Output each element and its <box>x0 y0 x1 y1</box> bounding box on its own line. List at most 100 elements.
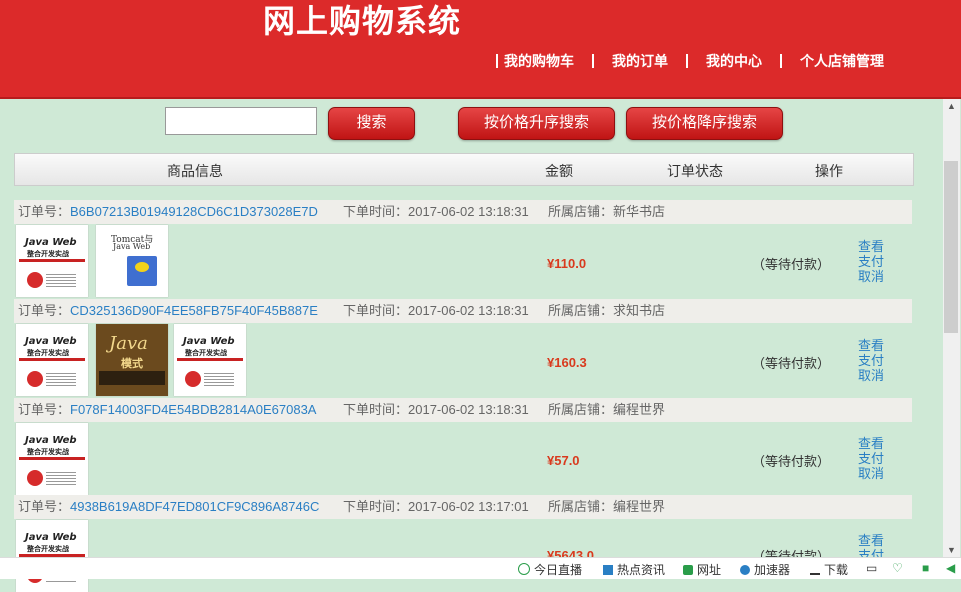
volume-icon[interactable]: ◀ <box>946 561 955 575</box>
order-time-label: 下单时间： <box>343 499 409 514</box>
nav-center-link[interactable]: 我的中心 <box>706 51 762 71</box>
column-header-amount: 金额 <box>545 163 573 179</box>
order-status: （等待付款） <box>752 356 831 371</box>
column-header-status: 订单状态 <box>667 163 723 179</box>
order-time: 2017-06-02 13:18:31 <box>408 402 529 417</box>
cover-title: Java Web <box>25 532 77 543</box>
order-status: （等待付款） <box>752 257 831 272</box>
order-time: 2017-06-02 13:18:31 <box>408 204 529 219</box>
site-title: 网上购物系统 <box>263 2 462 40</box>
scroll-down-arrow-icon[interactable]: ▼ <box>947 545 956 555</box>
shop-label: 所属店铺： <box>548 204 614 219</box>
statusbar-item[interactable]: 网址 <box>683 561 721 578</box>
order-number-link[interactable]: B6B07213B01949128CD6C1D373028E7D <box>70 204 318 219</box>
cover-subtitle: 整合开发实战 <box>27 449 69 456</box>
shop-name: 求知书店 <box>613 303 666 318</box>
order-number-label: 订单号： <box>18 402 71 417</box>
site-header: 网上购物系统 我的购物车 我的订单 我的中心 个人店铺管理 <box>0 0 961 99</box>
web-icon <box>683 565 693 575</box>
cover-subtitle: 整合开发实战 <box>27 350 69 357</box>
statusbar-item[interactable]: 加速器 <box>740 561 790 578</box>
cover-subtitle: 整合开发实战 <box>27 251 69 258</box>
download-icon <box>810 563 820 575</box>
cover-title: Java Web <box>183 336 235 347</box>
cancel-order-link[interactable]: 取消 <box>858 269 884 284</box>
cover-subtitle: 整合开发实战 <box>27 546 69 553</box>
browser-status-bar: 今日直播 热点资讯 网址 加速器 下载 ▭ ♡ ■ ◀ <box>0 557 961 579</box>
order-amount: ¥57.0 <box>547 453 580 468</box>
search-input[interactable] <box>165 107 317 135</box>
statusbar-item[interactable]: 热点资讯 <box>603 561 665 578</box>
live-icon <box>518 563 530 575</box>
nav-shop-manage-link[interactable]: 个人店铺管理 <box>800 51 884 71</box>
cover-subtitle: 模式 <box>121 358 143 370</box>
cover-subtitle: Java Web <box>113 242 151 251</box>
order-time: 2017-06-02 13:18:31 <box>408 303 529 318</box>
product-thumbnail[interactable]: Java Web 整合开发实战 <box>16 423 88 495</box>
news-icon <box>603 565 613 575</box>
screen-icon[interactable]: ■ <box>922 561 929 575</box>
order-number-link[interactable]: 4938B619A8DF47ED801CF9C896A8746C <box>70 499 319 514</box>
product-thumbnail[interactable]: Tomcat与 Java Web <box>96 225 168 297</box>
order-time-label: 下单时间： <box>343 204 409 219</box>
cover-subtitle: 整合开发实战 <box>185 350 227 357</box>
view-order-link[interactable]: 查看 <box>858 239 884 254</box>
shop-name: 编程世界 <box>613 499 666 514</box>
order-time-label: 下单时间： <box>343 402 409 417</box>
product-thumbnail[interactable]: Java Web 整合开发实战 <box>16 520 88 592</box>
order-number-link[interactable]: CD325136D90F4EE58FB75F40F45B887E <box>70 303 318 318</box>
heart-icon[interactable]: ♡ <box>892 561 903 575</box>
order-actions: 查看 支付 取消 <box>858 239 884 284</box>
sort-price-desc-button[interactable]: 按价格降序搜索 <box>626 107 783 140</box>
view-order-link[interactable]: 查看 <box>858 436 884 451</box>
scroll-up-arrow-icon[interactable]: ▲ <box>947 101 956 111</box>
shop-label: 所属店铺： <box>548 402 614 417</box>
order-row-header: 订单号：B6B07213B01949128CD6C1D373028E7D 下单时… <box>14 200 912 224</box>
cover-title: Java Web <box>25 237 77 248</box>
nav-cart-link[interactable]: 我的购物车 <box>504 51 574 71</box>
search-button[interactable]: 搜索 <box>328 107 415 140</box>
order-amount: ¥160.3 <box>547 355 587 370</box>
cancel-order-link[interactable]: 取消 <box>858 368 884 383</box>
order-time: 2017-06-02 13:17:01 <box>408 499 529 514</box>
shop-name: 新华书店 <box>613 204 666 219</box>
orders-table-header: 商品信息 金额 订单状态 操作 <box>14 153 914 186</box>
view-order-link[interactable]: 查看 <box>858 338 884 353</box>
nav-separator <box>780 54 782 68</box>
order-number-label: 订单号： <box>18 303 71 318</box>
scrollbar-thumb[interactable] <box>944 161 958 333</box>
cover-title: Java Web <box>25 435 77 446</box>
statusbar-item[interactable]: 今日直播 <box>518 561 582 578</box>
cover-title: Java Web <box>25 336 77 347</box>
window-icon[interactable]: ▭ <box>866 561 877 575</box>
order-actions: 查看 支付 取消 <box>858 338 884 383</box>
statusbar-item[interactable]: 下载 <box>810 561 848 578</box>
order-amount: ¥110.0 <box>547 256 587 271</box>
product-thumbnail[interactable]: Java Web 整合开发实战 <box>174 324 246 396</box>
pay-order-link[interactable]: 支付 <box>858 353 884 368</box>
nav-orders-link[interactable]: 我的订单 <box>612 51 668 71</box>
vertical-scrollbar[interactable]: ▲ ▼ <box>943 99 960 557</box>
pay-order-link[interactable]: 支付 <box>858 254 884 269</box>
order-actions: 查看 支付 取消 <box>858 436 884 481</box>
shop-label: 所属店铺： <box>548 303 614 318</box>
nav-separator <box>592 54 594 68</box>
cancel-order-link[interactable]: 取消 <box>858 466 884 481</box>
order-row-header: 订单号：F078F14003FD4E54BDB2814A0E67083A 下单时… <box>14 398 912 422</box>
sort-price-asc-button[interactable]: 按价格升序搜索 <box>458 107 615 140</box>
top-navigation: 我的购物车 我的订单 我的中心 个人店铺管理 <box>496 51 884 71</box>
nav-separator <box>686 54 688 68</box>
cover-title: Java <box>109 333 148 354</box>
order-row-header: 订单号：4938B619A8DF47ED801CF9C896A8746C 下单时… <box>14 495 912 519</box>
product-thumbnail[interactable]: Java Web 整合开发实战 <box>16 324 88 396</box>
product-thumbnail[interactable]: Java Web 整合开发实战 <box>16 225 88 297</box>
order-number-link[interactable]: F078F14003FD4E54BDB2814A0E67083A <box>70 402 316 417</box>
pay-order-link[interactable]: 支付 <box>858 451 884 466</box>
accelerator-icon <box>740 565 750 575</box>
product-thumbnail[interactable]: Java 模式 <box>96 324 168 396</box>
shop-label: 所属店铺： <box>548 499 614 514</box>
view-order-link[interactable]: 查看 <box>858 533 884 548</box>
order-number-label: 订单号： <box>18 204 71 219</box>
shop-name: 编程世界 <box>613 402 666 417</box>
nav-separator <box>496 54 498 68</box>
